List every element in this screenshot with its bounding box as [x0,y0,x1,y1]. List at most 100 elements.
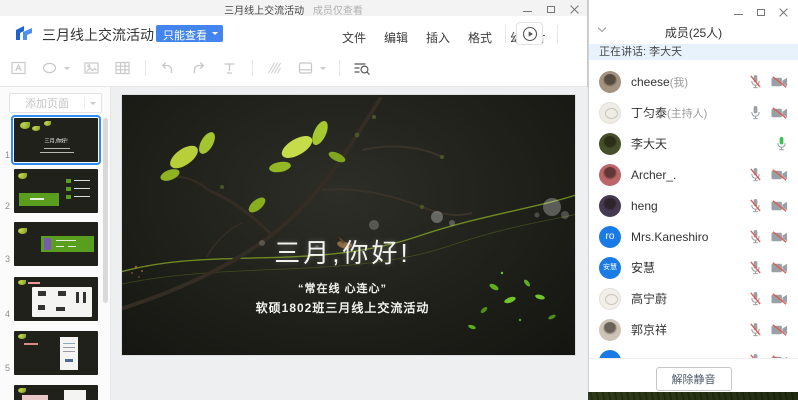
slide-number: 1 [3,150,12,160]
member-list[interactable]: cheese(我) 丁匀泰(主持人) 李大天 [589,60,798,358]
slide-subtitle: 软硕1802班三月线上交流活动 [122,299,563,316]
chevron-down-icon[interactable] [64,67,70,70]
format-painter-icon[interactable] [221,59,239,77]
camera-muted-icon[interactable] [771,262,788,274]
add-page-label: 添加页面 [10,95,84,111]
window-title: 三月线上交流活动 成员仅查看 [0,2,587,17]
member-row[interactable]: 高宁蔚 [589,283,798,314]
camera-muted-icon[interactable] [771,169,788,181]
member-name: 郭京祥 [631,321,667,338]
toolbar [0,50,587,87]
slide-thumbnail-panel: 添加页面 1 三月,你好! 2 3 [0,87,111,400]
view-only-badge-label: 只能查看 [163,30,207,42]
maximize-icon[interactable] [547,6,555,13]
slide-text-block: 三月,你好! “常在线 心连心” 软硕1802班三月线上交流活动 [122,233,563,316]
document-title: 三月线上交流活动 [42,25,154,45]
slide-thumbnail-5[interactable] [14,331,98,375]
camera-muted-icon[interactable] [771,200,788,212]
menu-insert[interactable]: 插入 [426,29,450,46]
member-row[interactable]: Archer_. [589,159,798,190]
member-name: 安慧 [631,259,655,276]
menu-format[interactable]: 格式 [468,29,492,46]
member-row[interactable]: cheese(我) [589,66,798,97]
mic-active-icon[interactable] [775,136,788,151]
camera-muted-icon[interactable] [771,76,788,88]
mic-icon[interactable] [749,105,762,120]
play-slideshow-button[interactable] [516,22,543,45]
members-panel: 成员(25人) 正在讲话: 李大天 cheese(我) 丁匀泰(主持人) [588,0,798,392]
image-icon[interactable] [83,59,101,77]
avatar-initials: 安慧 [603,264,617,271]
chevron-down-icon [90,102,96,105]
fill-pattern-icon[interactable] [266,59,284,77]
minimize-icon[interactable] [523,11,532,12]
avatar-initials: ro [606,232,615,242]
mic-muted-icon[interactable] [749,167,762,182]
view-only-badge[interactable]: 只能查看 [156,25,223,42]
avatar [599,319,621,341]
chevron-down-icon [212,32,218,35]
member-row[interactable]: ro Mrs.Kaneshiro [589,221,798,252]
mic-muted-icon[interactable] [749,291,762,306]
divider [557,25,558,43]
member-status-icons [775,136,788,151]
mic-muted-icon[interactable] [749,198,762,213]
member-row[interactable]: 郭京祥 [589,314,798,345]
slide-thumbnail-1[interactable]: 三月,你好! [14,118,98,162]
chevron-down-icon[interactable] [320,67,326,70]
slide-title: 三月,你好! [122,233,563,270]
slide-thumbnail-6[interactable] [14,385,98,400]
slide-thumbnail-2[interactable] [14,169,98,213]
member-row[interactable]: 李大天 [589,128,798,159]
unmute-button[interactable]: 解除静音 [656,367,732,391]
menu-edit[interactable]: 编辑 [384,29,408,46]
add-page-button[interactable]: 添加页面 [9,93,102,113]
thumbnail-scrollbar[interactable] [103,118,108,303]
avatar [599,288,621,310]
minimize-icon[interactable] [734,14,743,15]
slide-number: 2 [3,201,12,211]
text-box-icon[interactable] [10,59,28,77]
divider [505,25,506,43]
camera-muted-icon[interactable] [771,324,788,336]
member-status-icons [749,291,788,306]
slide-thumbnail-3[interactable] [14,222,98,266]
maximize-icon[interactable] [757,9,765,16]
camera-muted-icon[interactable] [771,293,788,305]
page-layout-icon[interactable] [297,59,315,77]
member-status-icons [749,322,788,337]
camera-muted-icon[interactable] [771,107,788,119]
menu-file[interactable]: 文件 [342,29,366,46]
divider [145,60,146,76]
current-slide[interactable]: 三月,你好! “常在线 心连心” 软硕1802班三月线上交流活动 [122,95,575,355]
member-row[interactable]: heng [589,190,798,221]
member-name: cheese(我) [631,74,688,90]
slide-thumbnail-4[interactable] [14,277,98,321]
mic-muted-icon[interactable] [749,322,762,337]
member-row[interactable]: 丁匀泰(主持人) [589,97,798,128]
member-name: Archer_. [631,168,676,182]
shape-icon[interactable] [41,59,59,77]
redo-icon[interactable] [190,59,208,77]
avatar [599,133,621,155]
find-icon[interactable] [353,59,371,77]
avatar: 安慧 [599,257,621,279]
window-titlebar: 三月线上交流活动 成员仅查看 [0,0,587,16]
mic-muted-icon[interactable] [749,74,762,89]
close-icon[interactable] [779,8,788,17]
camera-muted-icon[interactable] [771,231,788,243]
member-row[interactable]: 安慧 安慧 [589,252,798,283]
mic-muted-icon[interactable] [749,229,762,244]
add-page-dropdown[interactable] [85,102,101,105]
member-name: 李大天 [631,135,667,152]
member-row[interactable] [589,345,798,358]
undo-icon[interactable] [159,59,177,77]
avatar: ro [599,226,621,248]
now-speaking-bar: 正在讲话: 李大天 [589,44,798,60]
avatar [599,350,621,359]
close-icon[interactable] [570,5,579,14]
app-header: 三月线上交流活动 只能查看 文件 编辑 插入 格式 幻灯片 [0,16,587,50]
slide-number: 5 [3,363,12,373]
table-icon[interactable] [114,59,132,77]
mic-muted-icon[interactable] [749,260,762,275]
